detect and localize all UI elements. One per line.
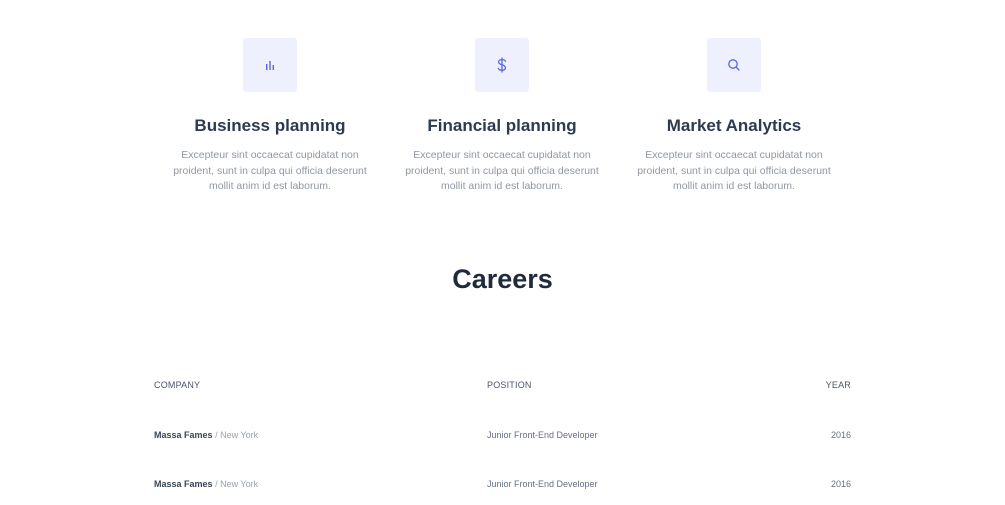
career-city: New York (220, 479, 259, 489)
service-icon-box (707, 38, 761, 92)
career-position: Junior Front-End Developer (487, 479, 598, 489)
career-year: 2016 (830, 430, 851, 440)
career-separator: / (215, 430, 218, 440)
service-title: Market Analytics (666, 116, 802, 135)
service-market-analytics: Market Analytics Excepteur sint occaecat… (629, 38, 839, 195)
bar-chart-icon (266, 61, 274, 70)
career-company-cell: Massa Fames / New York (154, 430, 258, 440)
career-city: New York (220, 430, 259, 440)
career-position: Junior Front-End Developer (487, 430, 598, 440)
career-company: Massa Fames (154, 479, 213, 489)
column-header-year: YEAR (825, 380, 851, 390)
service-financial-planning: Financial planning Excepteur sint occaec… (397, 38, 607, 195)
dollar-icon (497, 57, 507, 73)
service-description: Excepteur sint occaecat cupidatat non pr… (173, 149, 367, 192)
service-description: Excepteur sint occaecat cupidatat non pr… (405, 149, 599, 192)
service-business-planning: Business planning Excepteur sint occaeca… (165, 38, 375, 195)
service-icon-box (243, 38, 297, 92)
career-company: Massa Fames (154, 430, 213, 440)
column-header-company: COMPANY (154, 380, 201, 390)
service-description: Excepteur sint occaecat cupidatat non pr… (637, 149, 831, 192)
service-title: Business planning (194, 116, 346, 135)
service-title: Financial planning (427, 116, 577, 135)
careers-title: Careers (452, 264, 553, 294)
career-company-cell: Massa Fames / New York (154, 479, 258, 489)
search-icon (728, 59, 740, 71)
table-row: Massa Fames / New York Junior Front-End … (154, 430, 851, 444)
table-header: COMPANY POSITION YEAR (154, 380, 851, 394)
careers-table: COMPANY POSITION YEAR Massa Fames / New … (154, 380, 851, 493)
career-year: 2016 (830, 479, 851, 489)
column-header-position: POSITION (487, 380, 532, 390)
career-separator: / (215, 479, 218, 489)
table-row: Massa Fames / New York Junior Front-End … (154, 479, 851, 493)
service-icon-box (475, 38, 529, 92)
